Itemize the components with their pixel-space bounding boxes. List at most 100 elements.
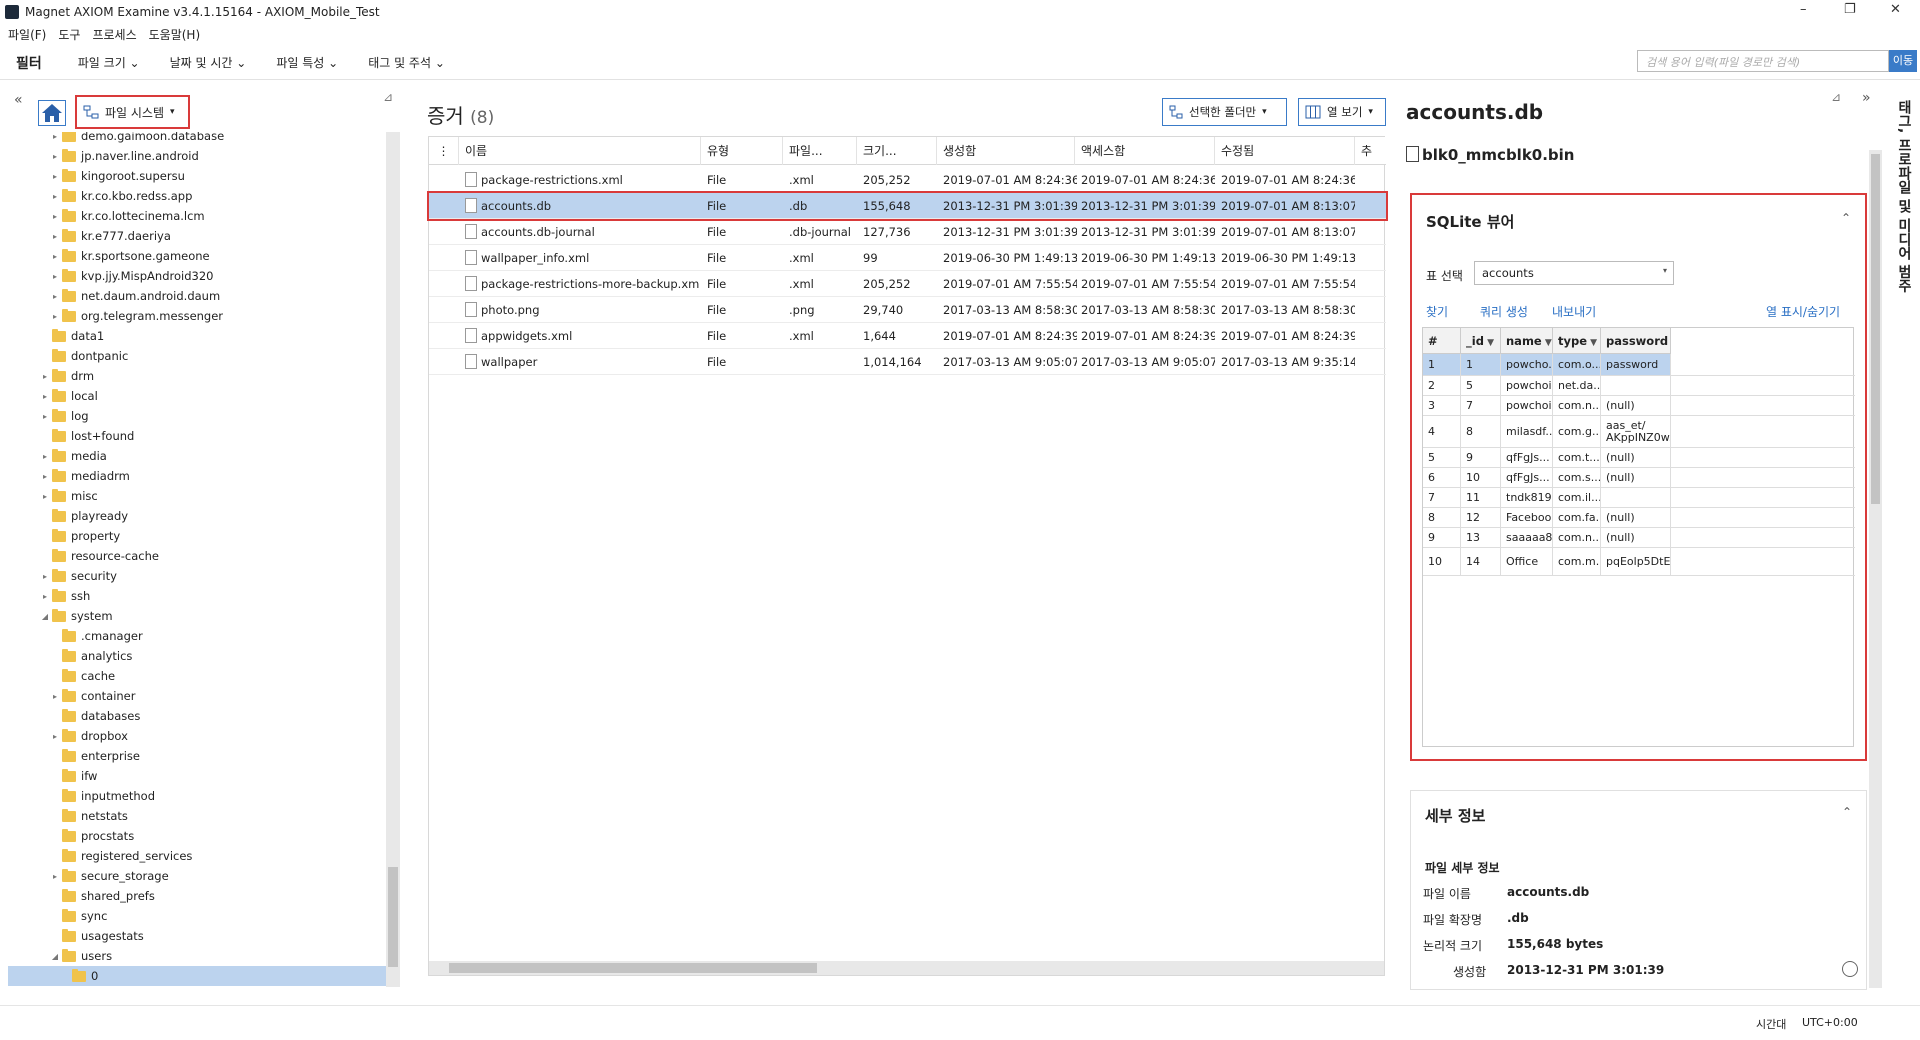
tree-scroll-thumb[interactable] bbox=[388, 867, 398, 967]
tree-node[interactable]: ▸ jp.naver.line.android bbox=[8, 146, 386, 166]
tree-node[interactable]: playready bbox=[8, 506, 386, 526]
tree-expander-icon[interactable]: ▸ bbox=[40, 392, 50, 401]
tree-expander-icon[interactable]: ▸ bbox=[50, 212, 60, 221]
filter-icon[interactable]: ▼ bbox=[1542, 338, 1552, 348]
tree-node[interactable]: ▸ demo.gaimoon.database bbox=[8, 132, 386, 146]
tree-expander-icon[interactable]: ▸ bbox=[50, 172, 60, 181]
sqlite-row[interactable]: 913saaaaa8...com.n...(null) bbox=[1423, 528, 1855, 548]
tree-node[interactable]: ▸ misc bbox=[8, 486, 386, 506]
table-select-dropdown[interactable]: accounts ▾ bbox=[1474, 261, 1674, 285]
show-hide-columns-link[interactable]: 열 표시/숨기기 bbox=[1766, 303, 1840, 320]
tree-node[interactable]: data1 bbox=[8, 326, 386, 346]
collapse-left-button[interactable]: « bbox=[14, 92, 23, 108]
menu-process[interactable]: 프로세스 bbox=[92, 26, 136, 43]
tree-node[interactable]: sync bbox=[8, 906, 386, 926]
tree-node[interactable]: ifw bbox=[8, 766, 386, 786]
tree-node[interactable]: lost+found bbox=[8, 426, 386, 446]
filter-icon[interactable]: ▼ bbox=[1587, 338, 1597, 348]
sqlite-col-header[interactable]: password ▼ bbox=[1601, 328, 1671, 376]
restore-button[interactable]: ❐ bbox=[1844, 2, 1856, 17]
tree-node[interactable]: ▸ mediadrm bbox=[8, 466, 386, 486]
search-go-button[interactable]: 이동 bbox=[1889, 50, 1917, 72]
col-header-size[interactable]: 크기... bbox=[857, 137, 937, 165]
tree-expander-icon[interactable]: ▸ bbox=[50, 692, 60, 701]
sqlite-col-header[interactable]: name ▼ bbox=[1501, 328, 1553, 354]
evidence-row[interactable]: photo.png File .png 29,740 2017-03-13 AM 8:5… bbox=[429, 297, 1386, 323]
tree-node[interactable]: shared_prefs bbox=[8, 886, 386, 906]
tree-node[interactable]: .cmanager bbox=[8, 626, 386, 646]
tree-expander-icon[interactable]: ▸ bbox=[50, 312, 60, 321]
sqlite-row[interactable]: 48milasdf...com.g...aas_et/ AKppINZ0w... bbox=[1423, 416, 1855, 448]
tree-node[interactable]: ▸ security bbox=[8, 566, 386, 586]
export-link[interactable]: 내보내기 bbox=[1552, 303, 1596, 320]
tree-expander-icon[interactable]: ▸ bbox=[50, 732, 60, 741]
evidence-row[interactable]: wallpaper_info.xml File .xml 99 2019-06-30 P… bbox=[429, 245, 1386, 271]
col-header-ext[interactable]: 파일... bbox=[783, 137, 857, 165]
grid-hscrollbar[interactable] bbox=[429, 961, 1384, 975]
tree-node[interactable]: databases bbox=[8, 706, 386, 726]
file-system-dropdown[interactable]: 파일 시스템 ▾ bbox=[75, 95, 190, 129]
collapse-icon[interactable]: ⌃ bbox=[1842, 805, 1852, 819]
tree-expander-icon[interactable]: ▸ bbox=[40, 592, 50, 601]
pin-icon[interactable]: ⊿ bbox=[1831, 90, 1841, 104]
sqlite-row[interactable]: 2 5 powchoi net.da... bbox=[1423, 376, 1855, 396]
tree-expander-icon[interactable]: ▸ bbox=[50, 152, 60, 161]
pin-icon[interactable]: ⊿ bbox=[383, 90, 393, 104]
tree-node[interactable]: ▸ kingoroot.supersu bbox=[8, 166, 386, 186]
evidence-row[interactable]: package-restrictions-more-backup.xml File… bbox=[429, 271, 1386, 297]
tree-node[interactable]: resource-cache bbox=[8, 546, 386, 566]
tree-expander-icon[interactable]: ▸ bbox=[40, 452, 50, 461]
menu-help[interactable]: 도움말(H) bbox=[149, 26, 201, 43]
sqlite-row[interactable]: 812Facebookcom.fa...(null) bbox=[1423, 508, 1855, 528]
find-link[interactable]: 찾기 bbox=[1426, 303, 1448, 320]
expand-right-button[interactable]: » bbox=[1862, 90, 1871, 106]
tree-node[interactable]: procstats bbox=[8, 826, 386, 846]
tree-node[interactable]: netstats bbox=[8, 806, 386, 826]
tree-node[interactable]: ▸ net.daum.android.daum bbox=[8, 286, 386, 306]
col-header-modified[interactable]: 수정됨 bbox=[1215, 137, 1355, 165]
col-header-name[interactable]: 이름 bbox=[459, 137, 701, 165]
filter-file-attributes[interactable]: 파일 특성 ⌄ bbox=[276, 54, 338, 71]
tree-expander-icon[interactable]: ▸ bbox=[50, 252, 60, 261]
evidence-row[interactable]: appwidgets.xml File .xml 1,644 2019-07-01 AM… bbox=[429, 323, 1386, 349]
sqlite-row[interactable]: 11powcho...com.o...password bbox=[1423, 354, 1855, 376]
filter-icon[interactable]: ▼ bbox=[1484, 338, 1494, 348]
tree-expander-icon[interactable]: ▸ bbox=[40, 412, 50, 421]
tree-node[interactable]: ◢ users bbox=[8, 946, 386, 966]
tree-node[interactable]: ▸ log bbox=[8, 406, 386, 426]
tree-node[interactable]: usagestats bbox=[8, 926, 386, 946]
tree-node[interactable]: ▸ secure_storage bbox=[8, 866, 386, 886]
col-header-accessed[interactable]: 액세스함 bbox=[1075, 137, 1215, 165]
sqlite-row[interactable]: 3 7 powchoi com.n... (null) bbox=[1423, 396, 1855, 416]
tree-expander-icon[interactable]: ▸ bbox=[40, 572, 50, 581]
tree-node[interactable]: ▸ kr.sportsone.gameone bbox=[8, 246, 386, 266]
close-button[interactable]: ✕ bbox=[1890, 2, 1901, 17]
tree-node[interactable]: ◢ system bbox=[8, 606, 386, 626]
tree-node[interactable]: ▸ kr.co.lottecinema.lcm bbox=[8, 206, 386, 226]
filter-file-size[interactable]: 파일 크기 ⌄ bbox=[78, 54, 140, 71]
evidence-row[interactable]: accounts.db File .db 155,648 2013-12-31 PM 3… bbox=[427, 191, 1388, 221]
tree-node[interactable]: inputmethod bbox=[8, 786, 386, 806]
tree-node[interactable]: analytics bbox=[8, 646, 386, 666]
minimize-button[interactable]: – bbox=[1800, 2, 1807, 17]
tree-expander-icon[interactable]: ▸ bbox=[50, 292, 60, 301]
tree-expander-icon[interactable]: ▸ bbox=[50, 232, 60, 241]
sqlite-row[interactable]: 1014Officecom.m...pqEolp5DtE... bbox=[1423, 548, 1855, 576]
filter-date-time[interactable]: 날짜 및 시간 ⌄ bbox=[170, 54, 247, 71]
menu-file[interactable]: 파일(F) bbox=[8, 26, 46, 43]
tree-node[interactable]: dontpanic bbox=[8, 346, 386, 366]
search-input[interactable]: 검색 용어 입력(파일 경로만 검색) bbox=[1637, 50, 1889, 72]
filter-tags-comments[interactable]: 태그 및 주석 ⌄ bbox=[368, 54, 445, 71]
sqlite-row[interactable]: 7 11 tndk819 com.il... bbox=[1423, 488, 1855, 508]
tree-node[interactable]: registered_services bbox=[8, 846, 386, 866]
tree-expander-icon[interactable]: ▸ bbox=[50, 132, 60, 141]
evidence-row[interactable]: package-restrictions.xml File .xml 205,252 2… bbox=[429, 167, 1386, 193]
grid-hscroll-thumb[interactable] bbox=[449, 963, 817, 973]
collapse-icon[interactable]: ⌃ bbox=[1841, 211, 1851, 225]
col-header-more[interactable]: 추 bbox=[1355, 137, 1386, 165]
tree-expander-icon[interactable]: ▸ bbox=[40, 472, 50, 481]
tree-node[interactable]: ▸ org.telegram.messenger bbox=[8, 306, 386, 326]
tree-expander-icon[interactable]: ▸ bbox=[40, 492, 50, 501]
tags-profiles-media-tab[interactable]: 태그, 프로파일 및 미디어 범주 bbox=[1884, 100, 1914, 430]
tree-node[interactable]: enterprise bbox=[8, 746, 386, 766]
